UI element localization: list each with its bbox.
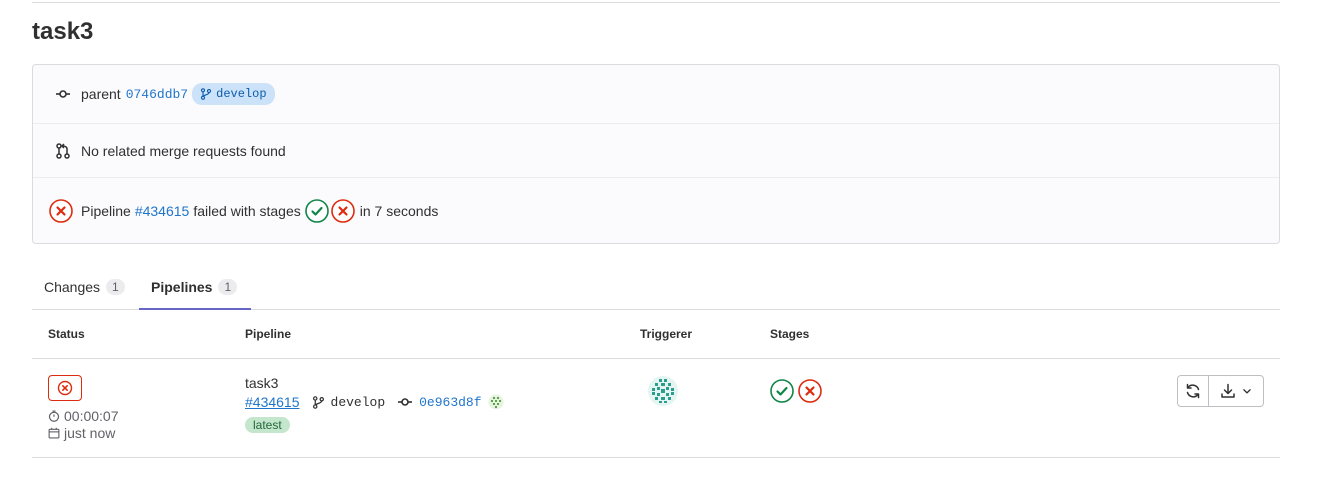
page-title: task3	[32, 18, 94, 45]
tab-changes-count: 1	[106, 279, 125, 295]
status-failed-icon[interactable]	[49, 199, 73, 223]
calendar-icon	[48, 427, 60, 439]
chevron-down-icon	[1243, 389, 1251, 394]
pipeline-ref-line: #434615 develop 0e963d8f	[245, 394, 504, 410]
retry-icon	[1186, 383, 1200, 399]
branch-name: develop	[216, 87, 267, 101]
merge-requests-text: No related merge requests found	[81, 142, 286, 159]
parent-label: parent	[81, 86, 121, 102]
tab-changes-label: Changes	[44, 279, 101, 295]
branch-icon	[201, 88, 212, 100]
tab-pipelines[interactable]: Pipelines 1	[139, 265, 251, 310]
header-status: Status	[48, 327, 85, 341]
header-triggerer: Triggerer	[640, 327, 693, 341]
stage-failed-icon[interactable]	[798, 379, 822, 403]
parent-row: parent 0746ddb7 develop	[33, 65, 1279, 124]
pipeline-summary-row: Pipeline #434615 failed with stages in 7…	[33, 178, 1279, 244]
pipeline-name: task3	[245, 375, 279, 391]
tab-changes[interactable]: Changes 1	[44, 265, 125, 309]
row-actions	[1177, 375, 1264, 407]
commit-icon	[398, 398, 413, 406]
merge-requests-row: No related merge requests found	[33, 124, 1279, 178]
retry-button[interactable]	[1177, 375, 1209, 407]
commit-sha-link[interactable]: 0e963d8f	[419, 395, 481, 410]
stages-list	[770, 379, 826, 403]
branch-icon	[312, 395, 324, 409]
timer-icon	[48, 410, 60, 422]
pipeline-duration-text: in 7 seconds	[359, 203, 439, 219]
triggerer-avatar[interactable]	[648, 376, 678, 406]
commit-icon	[53, 84, 73, 104]
duration-value: 00:00:07	[64, 408, 119, 424]
stage-success-icon[interactable]	[304, 199, 329, 223]
finished-line: just now	[48, 425, 115, 441]
header-stages: Stages	[770, 327, 810, 341]
parent-sha-link[interactable]: 0746ddb7	[126, 87, 188, 102]
finished-value: just now	[64, 425, 116, 441]
pipeline-prefix: Pipeline	[81, 203, 131, 219]
pipelines-table-header: Status Pipeline Triggerer Stages	[32, 310, 1280, 359]
pipeline-id-link[interactable]: #434615	[135, 203, 190, 219]
commit-info-box: parent 0746ddb7 develop No related merge…	[32, 64, 1280, 244]
tabs: Changes 1 Pipelines 1	[32, 265, 1280, 310]
status-failed-icon	[57, 380, 73, 396]
latest-badge: latest	[245, 417, 290, 433]
download-artifacts-button[interactable]	[1209, 375, 1264, 407]
merge-request-icon	[53, 141, 73, 161]
download-icon	[1221, 383, 1235, 398]
tab-pipelines-label: Pipelines	[151, 279, 213, 295]
commit-author-avatar[interactable]	[488, 394, 504, 410]
duration-line: 00:00:07	[48, 408, 119, 424]
top-divider	[32, 2, 1280, 3]
table-row: 00:00:07 just now task3 #434615 develop …	[32, 359, 1280, 458]
tab-pipelines-count: 1	[218, 279, 238, 295]
branch-pill[interactable]: develop	[192, 83, 275, 105]
stage-failed-icon[interactable]	[330, 199, 355, 223]
stage-success-icon[interactable]	[770, 379, 794, 403]
pipeline-branch-link[interactable]: develop	[331, 395, 386, 410]
pipeline-status-text: failed with stages	[193, 203, 301, 219]
header-pipeline: Pipeline	[245, 327, 292, 341]
status-badge[interactable]	[48, 375, 82, 401]
pipeline-id-link[interactable]: #434615	[245, 394, 300, 410]
